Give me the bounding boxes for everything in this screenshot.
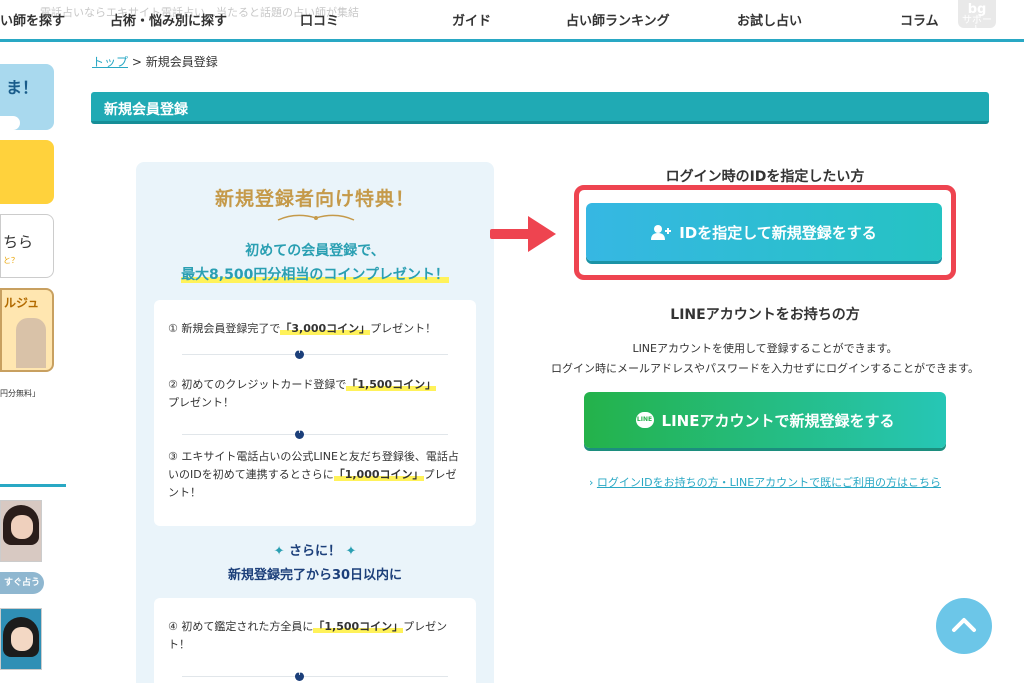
- chevron-up-icon: [952, 618, 976, 632]
- plus-icon: [295, 346, 304, 359]
- sidebar-banner-1-pill[interactable]: [0, 116, 20, 130]
- sparkle-icon: ✦: [273, 544, 289, 559]
- benefit-card-1: ① 新規会員登録完了で「3,000コイン」プレゼント！ ② 初めてのクレジットカ…: [154, 300, 476, 526]
- support-label: サポート: [962, 15, 992, 36]
- benefit-lead-1: 初めての会員登録で、: [245, 243, 385, 259]
- concierge-illustration: [16, 318, 46, 368]
- benefit-item-4: ④ 初めて鑑定された方全員に「1,500コイン」プレゼント！: [168, 620, 448, 651]
- plus-icon: [295, 426, 304, 439]
- user-add-icon: [651, 225, 672, 240]
- chevron-right-icon: ›: [589, 476, 597, 489]
- existing-user-login-link[interactable]: › ログインIDをお持ちの方・LINEアカウントで既にご利用の方はこちら: [510, 474, 1020, 490]
- nav-ranking[interactable]: 占い師ランキング: [566, 10, 670, 29]
- sidebar-concierge-text: ルジュ: [4, 296, 40, 310]
- line-icon: LINE: [635, 412, 654, 428]
- nav-guide[interactable]: ガイド: [452, 10, 491, 29]
- register-with-line-label: LINEアカウントで新規登録をする: [661, 411, 895, 430]
- breadcrumb-separator: >: [131, 55, 142, 69]
- breadcrumb-home-link[interactable]: トップ: [92, 55, 128, 69]
- benefit-lead-2: 最大8,500円分相当のコインプレゼント！: [181, 267, 449, 283]
- benefit-separator: [182, 434, 448, 435]
- register-with-line-button[interactable]: LINE LINEアカウントで新規登録をする: [584, 392, 946, 448]
- sarani-heading: ✦ さらに！ ✦: [273, 544, 357, 559]
- breadcrumb: トップ > 新規会員登録: [92, 53, 218, 70]
- benefit-item-2: ② 初めてのクレジットカード登録で「1,500コイン」 プレゼント！: [168, 378, 437, 409]
- sidebar-banner-3-sub: と？: [3, 256, 19, 265]
- line-description-1: LINEアカウントを使用して登録することができます。: [632, 342, 898, 355]
- arrow-right-icon: [490, 216, 556, 252]
- sidebar-banner-1-text: ま！: [6, 78, 39, 97]
- benefit-item-1: ① 新規会員登録完了で「3,000コイン」プレゼント！: [168, 322, 437, 335]
- nav-find-fortune-teller[interactable]: い師を探す: [0, 10, 65, 29]
- scroll-to-top-button[interactable]: [936, 598, 992, 654]
- sidebar-banner-3-text: ちら: [3, 233, 34, 251]
- benefit-panel: 新規登録者向け特典！ 初めての会員登録で、 最大8,500円分相当のコインプレゼ…: [136, 162, 494, 683]
- register-with-id-label: IDを指定して新規登録をする: [679, 223, 877, 242]
- nav-reviews[interactable]: 口コミ: [300, 10, 339, 29]
- benefit-separator: [182, 676, 448, 677]
- consult-now-button[interactable]: すぐ占う: [0, 572, 44, 594]
- id-register-heading: ログイン時のIDを指定したい方: [665, 169, 865, 185]
- benefit-title: 新規登録者向け特典！: [214, 188, 415, 210]
- sidebar-concierge-banner[interactable]: ルジュ: [0, 288, 54, 372]
- benefit-separator: [182, 354, 448, 355]
- within-heading: 新規登録完了から30日以内に: [227, 568, 403, 583]
- register-with-id-button[interactable]: IDを指定して新規登録をする: [586, 203, 942, 261]
- sidebar-banner-2[interactable]: [0, 140, 54, 204]
- sparkle-icon: ✦: [341, 544, 357, 559]
- benefit-item-3: ③ エキサイト電話占いの公式LINEと友だち登録後、電話占いのIDを初めて連携す…: [168, 450, 459, 499]
- sidebar-banner-3[interactable]: ちら と？: [0, 214, 54, 278]
- sidebar-note: 円分無料」: [0, 389, 40, 398]
- ornament-icon: [277, 214, 355, 221]
- benefit-card-2: ④ 初めて鑑定された方全員に「1,500コイン」プレゼント！: [154, 598, 476, 683]
- sidebar-divider: [0, 484, 66, 487]
- line-register-heading: LINEアカウントをお持ちの方: [670, 307, 860, 323]
- page-title: 新規会員登録: [104, 102, 188, 118]
- top-nav: 電話占いならエキサイト電話占い…当たると話題の占い師が集結 い師を探す 占術・悩…: [0, 0, 1024, 42]
- nav-by-method[interactable]: 占術・悩み別に探す: [110, 10, 227, 29]
- sidebar-banner-1[interactable]: ま！: [0, 64, 54, 130]
- plus-icon: [295, 668, 304, 681]
- left-sidebar: ま！ ちら と？ ルジュ 円分無料」: [0, 46, 68, 436]
- nav-trial[interactable]: お試し占い: [737, 10, 802, 29]
- line-description-2: ログイン時にメールアドレスやパスワードを入力せずにログインすることができます。: [551, 362, 979, 375]
- breadcrumb-current: 新規会員登録: [145, 55, 218, 69]
- section-header: 新規会員登録: [91, 92, 989, 124]
- fortune-teller-avatar-2[interactable]: [0, 608, 42, 670]
- fortune-teller-avatar-1[interactable]: [0, 500, 42, 562]
- support-button[interactable]: bg サポート: [958, 0, 996, 36]
- nav-column[interactable]: コラム: [900, 10, 939, 29]
